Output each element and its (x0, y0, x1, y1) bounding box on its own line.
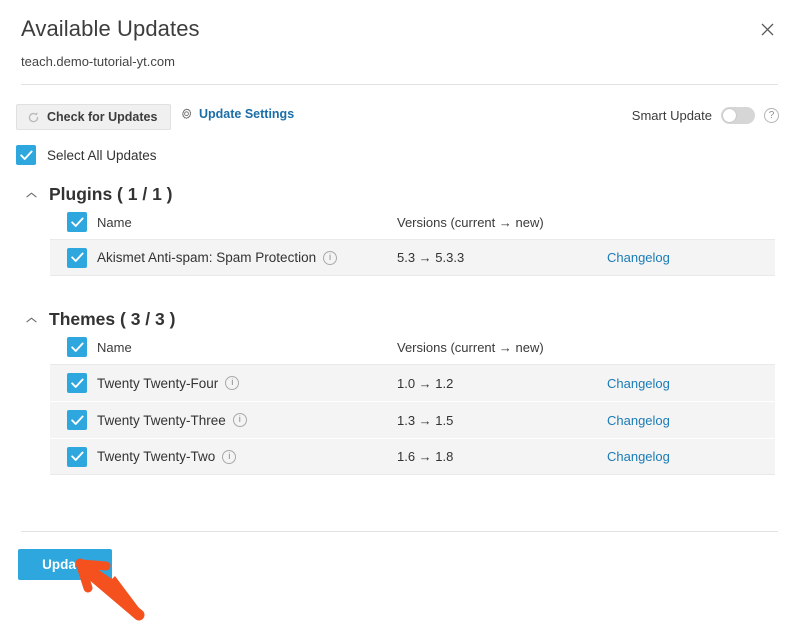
site-domain-label: teach.demo-tutorial-yt.com (21, 54, 175, 69)
update-settings-label: Update Settings (199, 107, 295, 121)
plugin-row-checkbox[interactable] (67, 247, 87, 268)
theme-versions-cell: 1.6 → 1.8 (397, 449, 454, 464)
theme-row-checkbox-cell (50, 446, 97, 467)
changelog-link[interactable]: Changelog (607, 449, 670, 464)
theme-row-checkbox-cell (50, 373, 97, 393)
plugin-name-label: Akismet Anti-spam: Spam Protection (97, 250, 317, 265)
plugins-header-checkbox-cell (50, 212, 97, 232)
plugins-table: Name Versions (current → new) Akismet An… (50, 205, 775, 276)
available-updates-dialog: Available Updates teach.demo-tutorial-yt… (0, 0, 789, 621)
changelog-link[interactable]: Changelog (607, 376, 670, 391)
select-all-updates-label: Select All Updates (47, 147, 157, 163)
chevron-up-icon[interactable] (26, 316, 37, 324)
plugin-row-checkbox-cell (50, 247, 97, 268)
section-themes-title: Themes ( 3 / 3 ) (49, 309, 176, 329)
plugins-column-name: Name (97, 214, 132, 230)
toggle-knob (723, 109, 736, 122)
smart-update-toggle[interactable] (721, 107, 755, 124)
theme-row-checkbox-cell (50, 410, 97, 430)
themes-table-header-row: Name Versions (current → new) (50, 330, 775, 364)
changelog-link[interactable]: Changelog (607, 250, 670, 265)
section-themes: Themes ( 3 / 3 ) Name Versions (current … (0, 309, 789, 475)
page-title: Available Updates (21, 16, 200, 41)
table-row[interactable]: Akismet Anti-spam: Spam Protection i 5.3… (50, 239, 775, 276)
toolbar: Check for Updates Update Settings Smart … (0, 104, 789, 134)
section-plugins-title: Plugins ( 1 / 1 ) (49, 184, 173, 204)
close-icon[interactable] (754, 17, 780, 41)
themes-table: Name Versions (current → new) Twenty Twe… (50, 330, 775, 475)
theme-row-checkbox[interactable] (67, 446, 87, 467)
chevron-up-icon[interactable] (26, 191, 37, 199)
theme-versions-cell: 1.3 → 1.5 (397, 412, 454, 428)
table-row[interactable]: Twenty Twenty-Three i 1.3 → 1.5 Changelo… (50, 401, 775, 438)
themes-header-checkbox-cell (50, 337, 97, 357)
plugin-versions-cell: 5.3 → 5.3.3 (397, 250, 465, 265)
update-settings-link[interactable]: Update Settings (180, 107, 294, 121)
themes-column-versions: Versions (current → new) (397, 339, 544, 355)
section-plugins-header[interactable]: Plugins ( 1 / 1 ) (0, 184, 789, 205)
smart-update-control: Smart Update ? (632, 107, 779, 124)
footer-divider (21, 531, 778, 532)
info-icon[interactable]: i (222, 449, 237, 464)
select-all-updates-checkbox[interactable] (16, 145, 36, 165)
changelog-link[interactable]: Changelog (607, 413, 670, 428)
theme-row-checkbox[interactable] (67, 410, 87, 430)
theme-name-label: Twenty Twenty-Three (97, 412, 226, 428)
update-button[interactable]: Update (18, 549, 112, 580)
theme-name-cell: Twenty Twenty-Four i (97, 376, 397, 391)
gear-icon (180, 108, 193, 121)
help-icon[interactable]: ? (764, 108, 779, 123)
theme-versions-cell: 1.0 → 1.2 (397, 375, 454, 391)
info-icon[interactable]: i (232, 413, 247, 427)
theme-name-cell: Twenty Twenty-Three i (97, 413, 397, 428)
check-for-updates-label: Check for Updates (47, 110, 158, 124)
section-themes-header[interactable]: Themes ( 3 / 3 ) (0, 309, 789, 330)
theme-name-label: Twenty Twenty-Four (97, 375, 219, 391)
themes-select-all-checkbox[interactable] (67, 337, 87, 357)
info-icon[interactable]: i (225, 376, 240, 390)
plugin-name-cell: Akismet Anti-spam: Spam Protection i (97, 250, 397, 265)
header-divider (21, 84, 778, 85)
themes-column-name: Name (97, 339, 132, 355)
section-plugins: Plugins ( 1 / 1 ) Name Versions (current… (0, 184, 789, 276)
refresh-icon (27, 111, 40, 124)
smart-update-label: Smart Update (631, 108, 712, 123)
plugins-table-header-row: Name Versions (current → new) (50, 205, 775, 239)
plugins-column-versions: Versions (current → new) (397, 214, 544, 230)
table-row[interactable]: Twenty Twenty-Two i 1.6 → 1.8 Changelog (50, 438, 775, 475)
table-row[interactable]: Twenty Twenty-Four i 1.0 → 1.2 Changelog (50, 364, 775, 401)
check-for-updates-button[interactable]: Check for Updates (16, 104, 172, 130)
theme-name-cell: Twenty Twenty-Two i (97, 449, 397, 464)
theme-name-label: Twenty Twenty-Two (97, 449, 216, 464)
info-icon[interactable]: i (323, 250, 338, 265)
plugins-select-all-checkbox[interactable] (67, 212, 87, 232)
theme-row-checkbox[interactable] (67, 373, 87, 393)
select-all-updates-row[interactable]: Select All Updates (16, 145, 157, 165)
